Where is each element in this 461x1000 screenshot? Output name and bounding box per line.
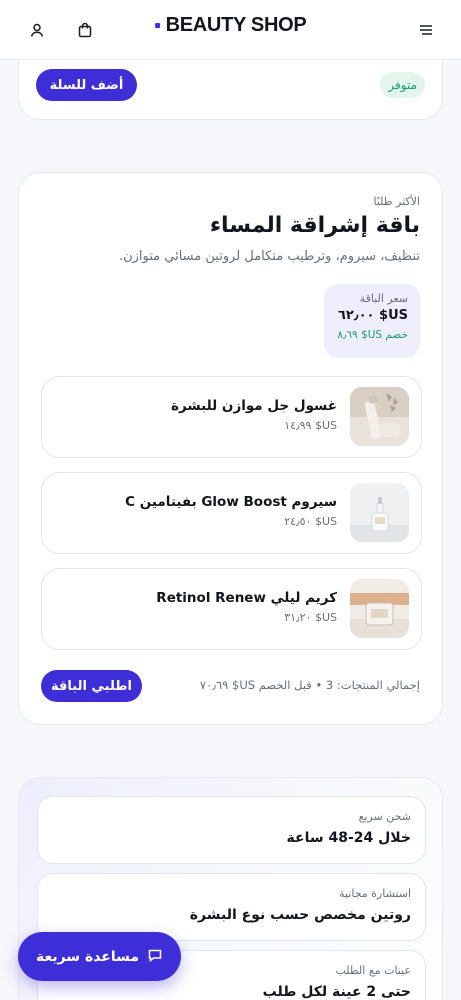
product-image: [350, 387, 409, 446]
help-label: مساعدة سريعة: [35, 948, 140, 965]
bundle-price-box: سعر الباقة US$ ٦٢٫٠٠ خصم US$ ٨٫٦٩: [324, 284, 420, 358]
stock-badge: متوفر: [380, 72, 425, 98]
cart-icon[interactable]: [74, 19, 96, 41]
feature-value: روتين مخصص حسب نوع البشرة: [189, 907, 411, 923]
bundle-item[interactable]: سيروم Glow Boost بفيتامين C US$ ٢٤٫٥٠: [41, 472, 422, 554]
bundle-card: الأكثر طلبًا باقة إشراقة المساء تنظيف، س…: [18, 172, 443, 725]
feature-card: شحن سريع خلال 24-48 ساعة: [37, 796, 426, 864]
bundle-price: US$ ٦٢٫٠٠: [337, 308, 408, 323]
item-price: US$ ٢٤٫٥٠: [284, 515, 337, 528]
bundle-title: باقة إشراقة المساء: [209, 213, 420, 238]
brand-logo[interactable]: BEAUTY SHOP: [154, 14, 307, 37]
brand-dot: [154, 23, 160, 28]
product-image: [350, 483, 409, 542]
bundle-eyebrow: الأكثر طلبًا: [373, 195, 420, 208]
header-actions: [26, 19, 96, 41]
chat-icon: [147, 947, 163, 967]
feature-value: خلال 24-48 ساعة: [286, 830, 411, 846]
feature-label: شحن سريع: [358, 810, 411, 823]
bundle-item[interactable]: كريم ليلي Retinol Renew US$ ٣١٫٢٠: [41, 568, 422, 650]
item-name: غسول جل موازن للبشرة: [171, 398, 337, 414]
user-icon[interactable]: [26, 19, 48, 41]
item-price: US$ ٣١٫٢٠: [284, 611, 337, 624]
menu-icon[interactable]: [415, 19, 437, 41]
bundle-savings: خصم US$ ٨٫٦٩: [337, 329, 408, 341]
feature-label: عينات مع الطلب: [335, 964, 411, 977]
feature-label: استشارة مجانية: [339, 887, 411, 900]
brand-name: BEAUTY SHOP: [165, 14, 307, 36]
top-header: BEAUTY SHOP: [0, 0, 461, 60]
item-price: US$ ١٤٫٩٩: [284, 419, 337, 432]
product-image: [350, 579, 409, 638]
bundle-item[interactable]: غسول جل موازن للبشرة US$ ١٤٫٩٩: [41, 376, 422, 458]
add-to-cart-button[interactable]: أضف للسلة: [36, 69, 137, 101]
item-name: سيروم Glow Boost بفيتامين C: [125, 494, 337, 510]
order-bundle-button[interactable]: اطلبي الباقة: [41, 670, 142, 702]
item-name: كريم ليلي Retinol Renew: [156, 590, 337, 606]
feature-value: حتى 2 عينة لكل طلب: [262, 984, 411, 1000]
quick-help-button[interactable]: مساعدة سريعة: [18, 932, 181, 981]
bundle-summary: إجمالي المنتجات: 3 • قبل الخصم US$ ٧٠٫٦٩: [199, 678, 420, 692]
bundle-description: تنظيف، سيروم، وترطيب متكامل لروتين مسائي…: [118, 249, 420, 264]
price-label: سعر الباقة: [359, 292, 408, 305]
feature-card: استشارة مجانية روتين مخصص حسب نوع البشرة: [37, 873, 426, 941]
